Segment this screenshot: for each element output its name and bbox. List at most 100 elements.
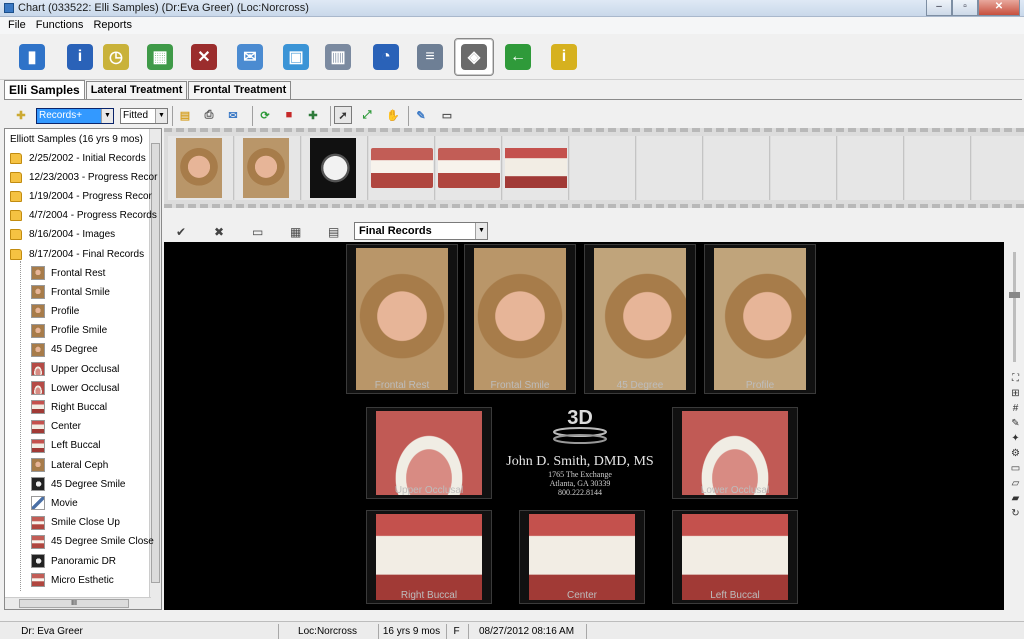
image-center[interactable]: Center [519, 510, 645, 604]
filmstrip-slot[interactable] [637, 136, 703, 200]
tree-image-node[interactable]: 45 Degree Smile [31, 475, 125, 493]
tab-frontal-treatment[interactable]: Frontal Treatment [188, 81, 292, 99]
new-document-icon[interactable]: ✚ [12, 106, 30, 124]
tree-record-node[interactable]: 12/23/2003 - Progress Recor [10, 168, 157, 186]
image-frontal-smile[interactable]: Frontal Smile [464, 244, 576, 394]
image-lower-occlusal[interactable]: Lower Occlusal [672, 407, 798, 499]
tree-image-node[interactable]: Profile Smile [31, 322, 107, 340]
calendar-grid-button[interactable]: ▥ [318, 38, 358, 76]
filmstrip-slot[interactable] [771, 136, 837, 200]
image-upper-occlusal[interactable]: Upper Occlusal [366, 407, 492, 499]
template-icon[interactable]: ▤ [328, 225, 339, 239]
back-arrow-button[interactable]: ← [498, 38, 538, 76]
tree-record-node[interactable]: 8/17/2004 - Final Records [10, 245, 144, 263]
person-clock-button[interactable]: ◔ [366, 38, 406, 76]
add-image-icon[interactable]: ✚ [304, 106, 322, 124]
tree-record-node[interactable]: 1/19/2004 - Progress Recor [10, 187, 152, 205]
tab-elli-samples[interactable]: Elli Samples [4, 80, 85, 99]
pencil-edit-icon[interactable]: ✎ [412, 106, 430, 124]
menu-functions[interactable]: Functions [31, 17, 89, 34]
fill-icon[interactable]: ▰ [1009, 492, 1022, 505]
filmstrip-slot[interactable] [570, 136, 636, 200]
image-profile[interactable]: Profile [704, 244, 816, 394]
image-45-degree[interactable]: 45 Degree [584, 244, 696, 394]
filmstrip-slot[interactable] [436, 136, 502, 200]
tree-record-node[interactable]: 8/16/2004 - Images [10, 226, 115, 244]
picture-frame-button[interactable]: ▣ [276, 38, 316, 76]
menu-file[interactable]: File [3, 17, 31, 34]
tree-image-node[interactable]: Panoramic DR [31, 552, 116, 570]
tree-image-node[interactable]: Upper Occlusal [31, 360, 119, 378]
tree-image-node[interactable]: Right Buccal [31, 398, 107, 416]
door-exit-button[interactable]: ▮ [12, 38, 52, 76]
select-pointer-icon[interactable]: ➚ [334, 106, 352, 124]
record-type-select[interactable]: Records+ ▼ [36, 108, 114, 124]
zoom-slider-handle[interactable] [1009, 292, 1020, 298]
image-right-buccal[interactable]: Right Buccal [366, 510, 492, 604]
zoom-actual-icon[interactable]: ⊞ [1009, 387, 1022, 400]
rotate-icon[interactable]: ↻ [1009, 507, 1022, 520]
calculator-button[interactable]: ▦ [140, 38, 180, 76]
fit-mode-select[interactable]: Fitted ▼ [120, 108, 168, 124]
filmstrip-slot[interactable] [503, 136, 569, 200]
magic-icon[interactable]: ✦ [1009, 432, 1022, 445]
tree-image-node[interactable]: Center [31, 418, 81, 436]
folder-image-icon[interactable]: ▤ [176, 106, 194, 124]
zoom-slider[interactable] [1013, 252, 1016, 362]
grid-icon[interactable]: # [1009, 402, 1022, 415]
delete-x-icon[interactable]: ✖ [214, 225, 224, 239]
folder-icon[interactable]: ▭ [252, 225, 263, 239]
tree-record-node[interactable]: 2/25/2002 - Initial Records [10, 149, 146, 167]
tree-image-node[interactable]: Left Buccal [31, 437, 100, 455]
mail-document-button[interactable]: ✉ [230, 38, 270, 76]
filmstrip-slot[interactable] [838, 136, 904, 200]
presentation-icon[interactable]: ▭ [438, 106, 456, 124]
maximize-button[interactable]: ▫ [952, 0, 978, 16]
tree-image-node[interactable]: Smile Close Up [31, 514, 120, 532]
filmstrip-slot[interactable] [972, 136, 1024, 200]
tab-lateral-treatment[interactable]: Lateral Treatment [85, 81, 188, 99]
image-frontal-rest[interactable]: Frontal Rest [346, 244, 458, 394]
image-left-buccal[interactable]: Left Buccal [672, 510, 798, 604]
print-icon[interactable]: ⎙ [200, 106, 218, 124]
tree-image-node[interactable]: Micro Esthetic [31, 571, 114, 589]
tree-image-node[interactable]: 45 Degree Smile Close [31, 533, 154, 551]
person-info-button[interactable]: i [60, 38, 100, 76]
tooth-cancel-button[interactable]: ✕ [184, 38, 224, 76]
fit-expand-icon[interactable]: ⤢ [358, 106, 376, 124]
filmstrip-slot[interactable] [168, 136, 234, 200]
tree-image-node[interactable]: Profile [31, 302, 79, 320]
filmstrip-slot[interactable] [905, 136, 971, 200]
filmstrip-slot[interactable] [302, 136, 368, 200]
tree-root-patient[interactable]: Elliott Samples (16 yrs 9 mos) [10, 134, 143, 145]
grid-layout-icon[interactable]: ▦ [290, 225, 301, 239]
shape-icon[interactable]: ▱ [1009, 477, 1022, 490]
scroll-thumb[interactable]: III [19, 599, 129, 608]
zoom-fit-icon[interactable]: ⛶ [1009, 372, 1022, 385]
record-set-select[interactable]: Final Records ▼ [354, 222, 488, 240]
refresh-icon[interactable]: ⟳ [256, 106, 274, 124]
clock-note-button[interactable]: ◷ [96, 38, 136, 76]
frame-icon[interactable]: ▭ [1009, 462, 1022, 475]
tree-image-node[interactable]: Lower Occlusal [31, 379, 119, 397]
checkmark-icon[interactable]: ✔ [176, 225, 186, 239]
settings-icon[interactable]: ⚙ [1009, 447, 1022, 460]
minimize-button[interactable]: – [926, 0, 952, 16]
tree-image-node[interactable]: Frontal Smile [31, 283, 110, 301]
info-document-button[interactable]: i [544, 38, 584, 76]
database-button[interactable]: ≡ [410, 38, 450, 76]
tree-image-node[interactable]: Movie [31, 494, 78, 512]
hand-pan-icon[interactable]: ✋ [384, 106, 402, 124]
close-button[interactable]: ✕ [978, 0, 1020, 16]
tree-record-node[interactable]: 4/7/2004 - Progress Records [10, 207, 157, 225]
tree-image-node[interactable]: Lateral Ceph [31, 456, 108, 474]
toolbox-icon[interactable]: ■ [280, 106, 298, 124]
filmstrip-slot[interactable] [369, 136, 435, 200]
filmstrip-slot[interactable] [235, 136, 301, 200]
filmstrip-slot[interactable] [704, 136, 770, 200]
menu-reports[interactable]: Reports [88, 17, 137, 34]
tree-image-node[interactable]: 45 Degree [31, 341, 98, 359]
tree-horizontal-scrollbar[interactable]: III [5, 597, 151, 609]
email-icon[interactable]: ✉ [224, 106, 242, 124]
draw-icon[interactable]: ✎ [1009, 417, 1022, 430]
